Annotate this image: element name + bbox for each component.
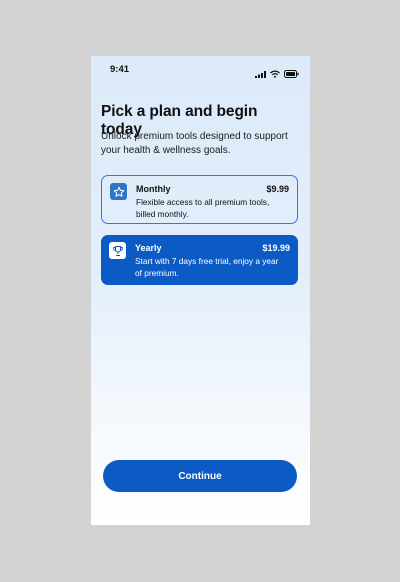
plan-name: Monthly — [136, 184, 171, 194]
trophy-icon — [109, 242, 126, 259]
wifi-icon — [270, 65, 280, 83]
plan-card-yearly[interactable]: Yearly $19.99 Start with 7 days free tri… — [101, 235, 298, 285]
page-subtitle: Unlock premium tools designed to support… — [101, 131, 288, 156]
plan-description: Flexible access to all premium tools, bi… — [136, 197, 270, 219]
signal-icon — [255, 65, 266, 83]
phone-screen: 9:41 Pick a plan and begin today Unlock … — [91, 56, 310, 525]
plan-card-monthly[interactable]: Monthly $9.99 Flexible access to all pre… — [101, 175, 298, 224]
plan-price: $19.99 — [262, 243, 290, 253]
star-icon — [110, 183, 127, 200]
continue-button[interactable]: Continue — [103, 460, 297, 492]
status-time: 9:41 — [110, 64, 130, 75]
status-icons — [255, 65, 299, 83]
plan-description: Start with 7 days free trial, enjoy a ye… — [135, 256, 279, 278]
status-bar: 9:41 — [91, 56, 310, 82]
plan-name: Yearly — [135, 243, 162, 253]
battery-icon — [284, 65, 299, 83]
plan-price: $9.99 — [266, 184, 289, 194]
